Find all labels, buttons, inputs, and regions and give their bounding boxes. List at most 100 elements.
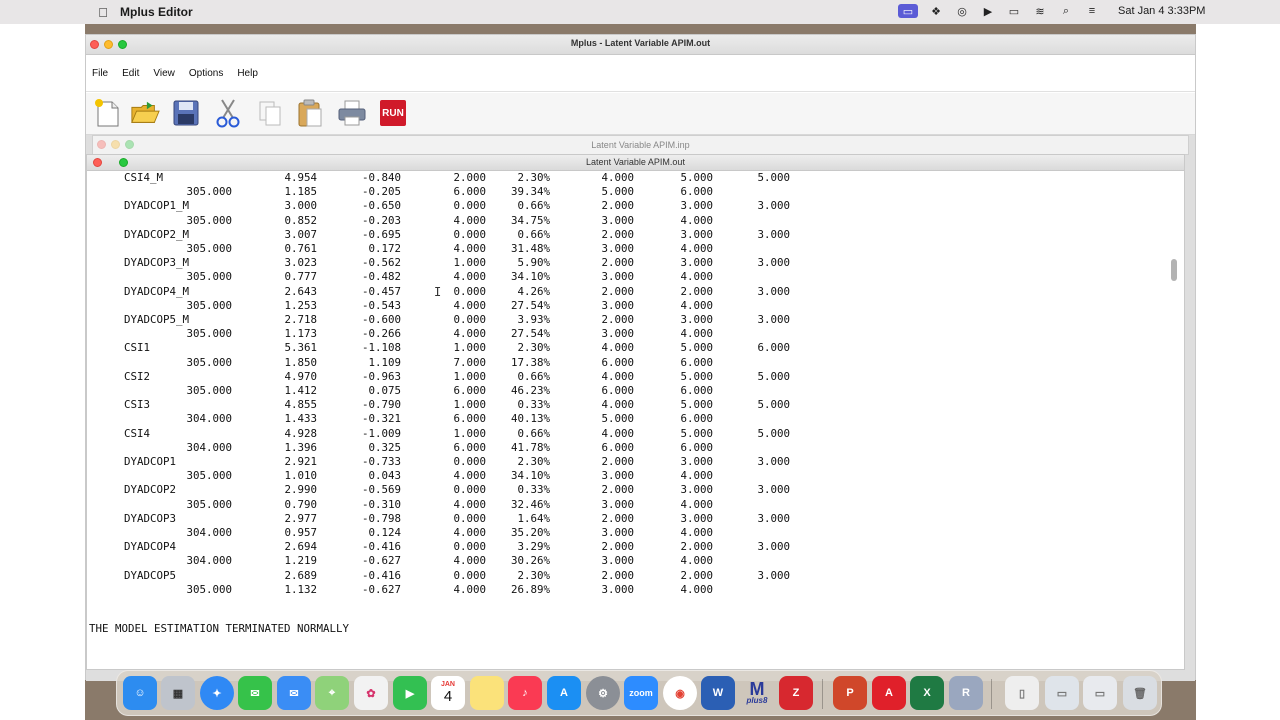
dock-documents[interactable]: ▯ <box>1005 676 1039 710</box>
dock-word[interactable]: W <box>701 676 735 710</box>
stat-value: 1.000 <box>453 341 486 355</box>
wifi-icon[interactable]: ≋ <box>1032 4 1048 18</box>
dock-system-settings[interactable]: ⚙ <box>586 676 620 710</box>
stat-value: 2.000 <box>601 284 634 298</box>
menu-edit[interactable]: Edit <box>122 68 139 79</box>
mplus-label: plus8 <box>746 696 768 705</box>
stat-value: 4.000 <box>601 426 634 440</box>
dock-excel[interactable]: X <box>910 676 944 710</box>
stat-value: 4.000 <box>601 171 634 184</box>
stat-value: 6.000 <box>680 440 713 454</box>
stat-value: 34.75% <box>510 213 550 227</box>
stat-value: 0.66% <box>517 369 550 383</box>
mplus-window: Mplus - Latent Variable APIM.out File Ed… <box>85 34 1196 681</box>
stat-value: 2.921 <box>284 455 317 468</box>
stat-value: 4.000 <box>453 270 486 284</box>
stat-value: 32.46% <box>510 497 550 511</box>
stat-value: 3.000 <box>757 256 790 270</box>
dock-facetime[interactable]: ▶ <box>393 676 427 710</box>
toolbar: RUN <box>86 93 1195 135</box>
dock-music[interactable]: ♪ <box>508 676 542 710</box>
output-row: 305.000 0.790 -0.310 4.000 32.46% 3.000 4.000 <box>89 498 1169 512</box>
control-center-icon[interactable]: ≡ <box>1084 4 1100 18</box>
dock-calendar[interactable]: JAN 4 <box>431 676 465 710</box>
output-row: CSI1 5.361 -1.108 1.000 2.30% 4.000 5.000 6.000 <box>89 341 1169 355</box>
apple-menu-icon[interactable]:  <box>96 5 110 20</box>
stat-value: -0.600 <box>361 313 401 326</box>
dock-notes[interactable] <box>470 676 504 710</box>
output-text-area[interactable]: THE MODEL ESTIMATION TERMINATED NORMALLY… <box>89 171 1169 661</box>
menu-options[interactable]: Options <box>189 68 223 79</box>
stat-value: 5.000 <box>757 398 790 412</box>
dock-zotero[interactable]: Z <box>779 676 813 710</box>
dock-messages[interactable]: ✉ <box>238 676 272 710</box>
run-label: RUN <box>380 100 406 126</box>
dock-finder[interactable]: ☺ <box>123 676 157 710</box>
screen-record-icon[interactable]: ▭ <box>898 4 918 18</box>
active-app-name[interactable]: Mplus Editor <box>120 5 193 19</box>
stat-value: 1.000 <box>453 369 486 383</box>
variable-name: DYADCOP3_M <box>124 256 190 270</box>
dock-photos[interactable]: ✿ <box>354 676 388 710</box>
stat-value: -0.562 <box>361 256 401 270</box>
output-row: 305.000 0.777 -0.482 4.000 34.10% 3.000 4.000 <box>89 270 1169 284</box>
stat-value: 4.000 <box>453 242 486 255</box>
stat-value: 3.000 <box>757 540 790 554</box>
run-button[interactable]: RUN <box>378 98 408 128</box>
copy-button[interactable] <box>255 98 285 128</box>
dock-trash[interactable]: 🗑 <box>1123 676 1157 710</box>
save-button[interactable] <box>171 98 201 128</box>
variable-name: DYADCOP4 <box>124 540 177 554</box>
battery-icon[interactable]: ▭ <box>1006 4 1022 18</box>
dock-chrome[interactable]: ◉ <box>663 676 697 710</box>
stat-value: 6.000 <box>680 384 713 397</box>
play-icon[interactable]: ▶ <box>980 4 996 18</box>
dock-safari[interactable]: ✦ <box>200 676 234 710</box>
stat-value: 6.000 <box>601 384 634 397</box>
stat-value: 2.694 <box>284 540 317 554</box>
print-button[interactable] <box>337 98 367 128</box>
dock-zoom[interactable]: zoom <box>624 676 658 710</box>
dock-acrobat[interactable]: A <box>872 676 906 710</box>
text-cursor-icon: I <box>434 285 442 299</box>
cut-button[interactable] <box>213 98 243 128</box>
scroll-thumb[interactable] <box>1171 259 1177 281</box>
dock-powerpoint[interactable]: P <box>833 676 867 710</box>
menu-help[interactable]: Help <box>237 68 258 79</box>
stat-value: 3.000 <box>601 327 634 341</box>
menu-view[interactable]: View <box>153 68 175 79</box>
inp-document-title: Latent Variable APIM.inp <box>591 140 690 150</box>
output-row: 305.000 1.850 1.109 7.000 17.38% 6.000 6.000 <box>89 356 1169 370</box>
stat-value: 3.000 <box>757 455 790 468</box>
paste-button[interactable] <box>295 98 325 128</box>
output-scrollbar[interactable] <box>1170 171 1178 661</box>
dock-downloads[interactable]: ▭ <box>1045 676 1079 710</box>
stat-value: 2.000 <box>453 171 486 184</box>
dock-mail[interactable]: ✉ <box>277 676 311 710</box>
stat-value: -0.963 <box>361 369 401 383</box>
inp-document-window[interactable]: Latent Variable APIM.inp <box>92 135 1189 155</box>
menubar-clock[interactable]: Sat Jan 4 3:33PM <box>1118 5 1205 17</box>
variable-name: DYADCOP1_M <box>124 199 190 213</box>
stat-value: 2.000 <box>601 483 634 497</box>
dock-maps[interactable]: ⌖ <box>315 676 349 710</box>
open-folder-icon <box>131 101 160 123</box>
dock-launchpad[interactable]: ▦ <box>161 676 195 710</box>
stat-value: 0.66% <box>517 426 550 440</box>
menu-file[interactable]: File <box>92 68 108 79</box>
dropbox-icon[interactable]: ❖ <box>928 4 944 18</box>
stat-value: 27.54% <box>510 298 550 312</box>
stat-value: 4.000 <box>453 327 486 341</box>
dock-app-store[interactable]: A <box>547 676 581 710</box>
dock-mplus[interactable]: M plus8 <box>740 676 774 710</box>
stat-value: 2.000 <box>680 568 713 582</box>
new-file-button[interactable] <box>92 98 122 128</box>
dock-r[interactable]: R <box>949 676 983 710</box>
dock-files[interactable]: ▭ <box>1083 676 1117 710</box>
creative-cloud-icon[interactable]: ◎ <box>954 4 970 18</box>
stat-value: 3.000 <box>284 199 317 213</box>
search-icon[interactable]: ⌕ <box>1058 4 1074 18</box>
out-document-window: Latent Variable APIM.out THE MODEL ESTIM… <box>86 154 1185 670</box>
stat-value: 2.000 <box>601 511 634 525</box>
open-file-button[interactable] <box>130 98 160 128</box>
